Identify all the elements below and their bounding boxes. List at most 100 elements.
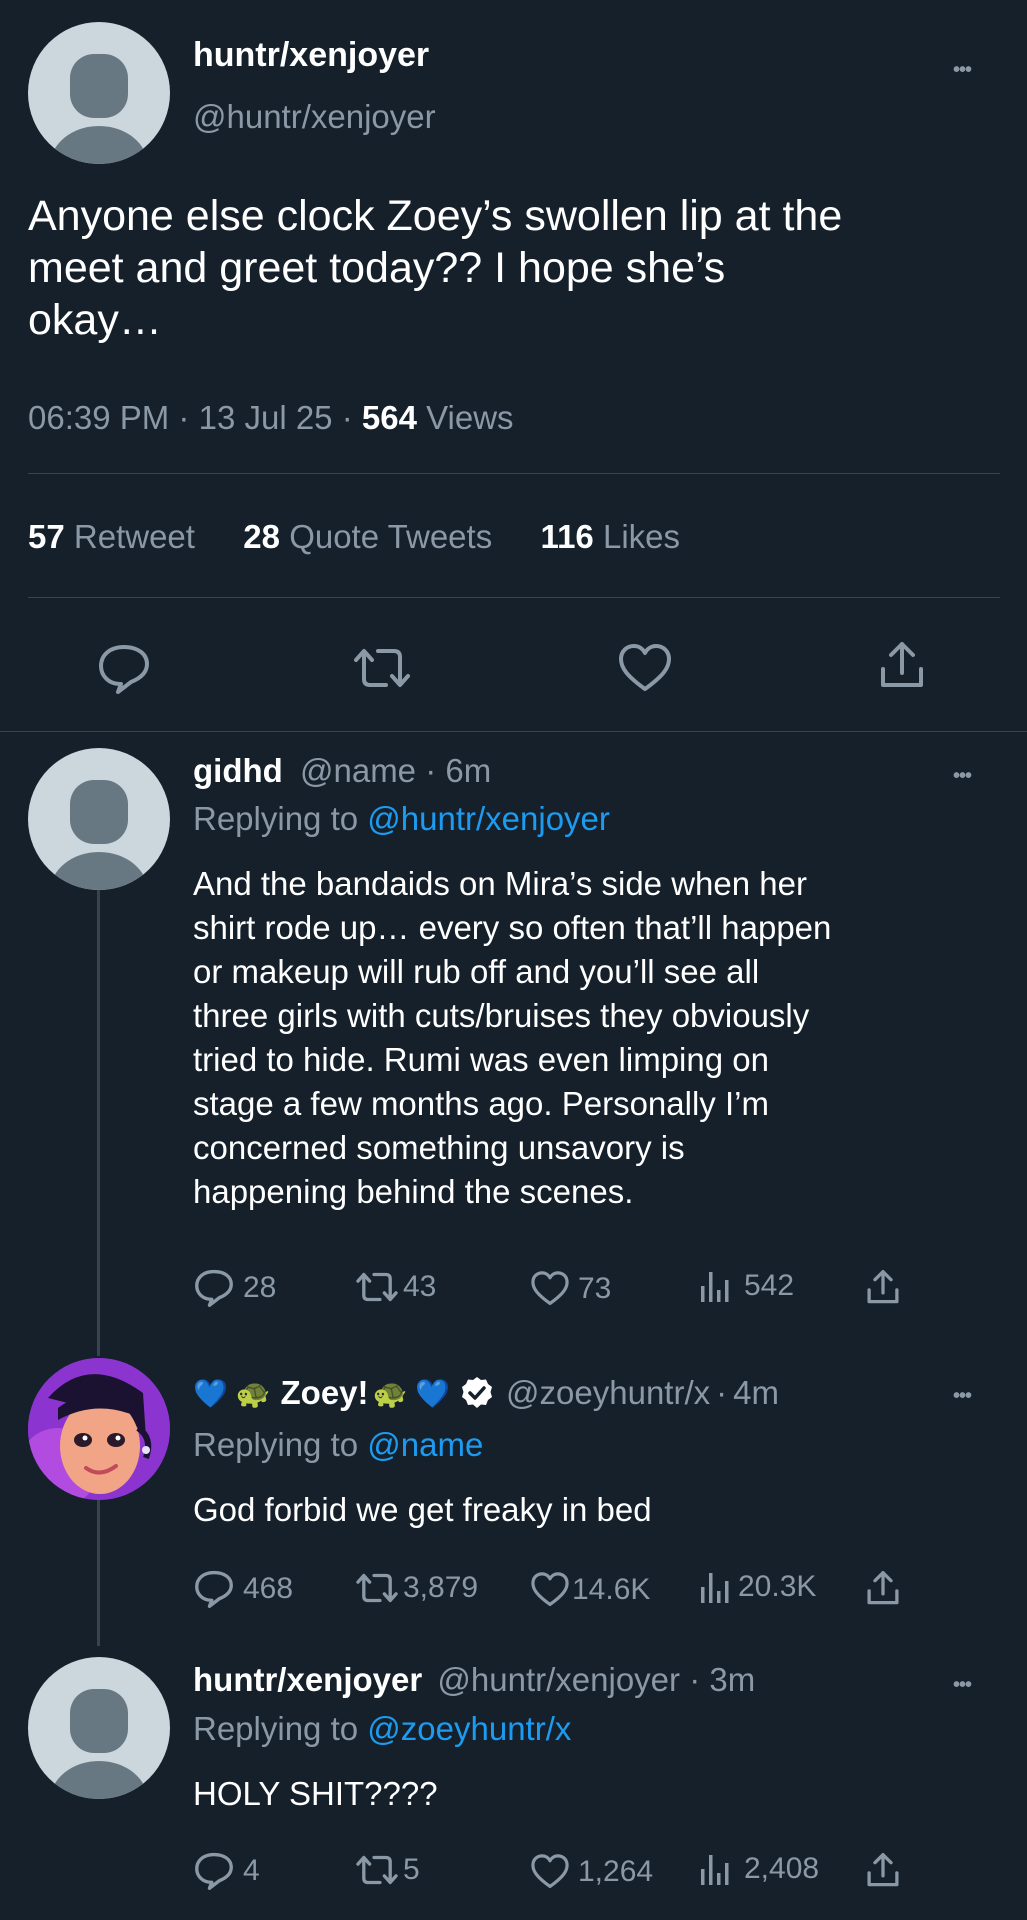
avatar[interactable] bbox=[28, 1657, 170, 1799]
retweets-stat[interactable]: 57 Retweet bbox=[28, 518, 195, 555]
separator: · bbox=[689, 1661, 701, 1698]
reply-stat-views[interactable]: 542 bbox=[698, 1268, 794, 1304]
avatar-shoulders bbox=[50, 126, 148, 164]
reply-stat-retweets[interactable]: 43 bbox=[355, 1270, 436, 1304]
replying-to: Replying to @name bbox=[193, 1426, 483, 1464]
avatar-shoulders bbox=[50, 1761, 148, 1799]
reply-text: And the bandaids on Mira’s side when her… bbox=[193, 862, 831, 1214]
replying-prefix: Replying to bbox=[193, 1426, 359, 1463]
quotes-count: 28 bbox=[243, 518, 281, 555]
views-icon bbox=[701, 1272, 729, 1302]
reply-text: HOLY SHIT???? bbox=[193, 1772, 438, 1816]
reply-text-line: stage a few months ago. Personally I’m bbox=[193, 1085, 769, 1122]
share-icon bbox=[867, 1853, 899, 1887]
more-icon[interactable]: ••• bbox=[953, 766, 972, 786]
more-icon[interactable]: ••• bbox=[953, 1675, 972, 1695]
reply-stat-comments[interactable]: 468 bbox=[193, 1569, 293, 1609]
views-label: Views bbox=[426, 399, 514, 436]
share-icon bbox=[867, 1270, 899, 1304]
name-emoji: 🐢 💙 bbox=[372, 1377, 451, 1409]
handle[interactable]: @zoeyhuntr/x bbox=[506, 1374, 710, 1412]
heart-icon[interactable] bbox=[617, 642, 673, 694]
reply-stat-comments[interactable]: 4 bbox=[193, 1851, 260, 1891]
replying-to-link[interactable]: @name bbox=[367, 1426, 483, 1463]
tweet-text-line: okay… bbox=[28, 296, 162, 344]
quotes-label: Quote Tweets bbox=[289, 518, 493, 555]
heart-icon bbox=[531, 1854, 569, 1889]
divider bbox=[28, 473, 1000, 474]
retweet-icon[interactable] bbox=[352, 645, 412, 691]
quotes-stat[interactable]: 28 Quote Tweets bbox=[243, 518, 492, 555]
reply-stat-views[interactable]: 2,408 bbox=[698, 1851, 819, 1887]
handle[interactable]: @huntr/xenjoyer bbox=[437, 1661, 680, 1698]
reply-stat-likes[interactable]: 1,264 bbox=[530, 1853, 653, 1890]
avatar[interactable] bbox=[28, 748, 170, 890]
reply-count: 468 bbox=[243, 1572, 294, 1605]
retweet-icon bbox=[356, 1573, 398, 1603]
display-name[interactable]: Zoey! bbox=[281, 1374, 369, 1412]
view-count: 20.3K bbox=[738, 1570, 817, 1603]
likes-stat[interactable]: 116 Likes bbox=[541, 518, 680, 555]
views-count: 564 bbox=[361, 399, 417, 436]
reply-text-line: tried to hide. Rumi was even limping on bbox=[193, 1041, 769, 1078]
reply-age: 4m bbox=[733, 1374, 779, 1411]
reply-stat-share[interactable] bbox=[866, 1268, 900, 1306]
replying-to-link[interactable]: @huntr/xenjoyer bbox=[367, 800, 610, 837]
display-name[interactable]: huntr/xenjoyer bbox=[193, 1661, 422, 1698]
replying-to: Replying to @huntr/xenjoyer bbox=[193, 800, 610, 838]
retweet-count: 43 bbox=[403, 1270, 437, 1303]
reply-count: 4 bbox=[243, 1854, 260, 1887]
tweet-text-line: Anyone else clock Zoey’s swollen lip at … bbox=[28, 192, 843, 240]
retweets-label: Retweet bbox=[73, 518, 195, 555]
reply-text-line: HOLY SHIT???? bbox=[193, 1775, 438, 1812]
reply-stat-comments[interactable]: 28 bbox=[193, 1268, 276, 1308]
reply-stat-retweets[interactable]: 5 bbox=[355, 1853, 420, 1887]
reply-text-line: And the bandaids on Mira’s side when her bbox=[193, 865, 807, 902]
reply-text-line: happening behind the scenes. bbox=[193, 1173, 634, 1210]
reply-stat-likes[interactable]: 73 bbox=[530, 1270, 611, 1307]
tweet-date[interactable]: 13 Jul 25 bbox=[199, 399, 333, 436]
comment-icon bbox=[195, 1570, 233, 1608]
retweet-icon bbox=[356, 1272, 398, 1302]
thread-line bbox=[97, 1500, 100, 1646]
likes-label: Likes bbox=[602, 518, 681, 555]
tweet-time[interactable]: 06:39 PM bbox=[28, 399, 169, 436]
comment-icon[interactable] bbox=[96, 643, 152, 695]
reply-stat-views[interactable]: 20.3K bbox=[698, 1569, 816, 1605]
comment-icon bbox=[195, 1852, 233, 1890]
share-icon[interactable] bbox=[879, 639, 925, 691]
reply-text-line: or makeup will rub off and you’ll see al… bbox=[193, 953, 760, 990]
handle[interactable]: @name bbox=[300, 752, 416, 789]
avatar[interactable] bbox=[28, 1358, 170, 1500]
reply-stat-share[interactable] bbox=[866, 1851, 900, 1889]
thread-line bbox=[97, 890, 100, 1356]
share-icon bbox=[867, 1571, 899, 1605]
reply-text-line: three girls with cuts/bruises they obvio… bbox=[193, 997, 810, 1034]
reply-text: God forbid we get freaky in bed bbox=[193, 1488, 652, 1532]
views-icon bbox=[701, 1573, 729, 1603]
avatar-head bbox=[70, 54, 128, 118]
reply-text-line: God forbid we get freaky in bed bbox=[193, 1491, 652, 1528]
engagement-row: 57 Retweet 28 Quote Tweets 116 Likes bbox=[28, 518, 680, 556]
separator: · bbox=[341, 399, 353, 436]
reply-stat-retweets[interactable]: 3,879 bbox=[355, 1571, 478, 1605]
display-name[interactable]: huntr/xenjoyer bbox=[193, 36, 429, 75]
tweet-text-line: meet and greet today?? I hope she’s bbox=[28, 244, 726, 292]
reply-stat-likes[interactable]: 14.6K bbox=[530, 1571, 650, 1608]
handle[interactable]: @huntr/xenjoyer bbox=[193, 98, 436, 136]
retweets-count: 57 bbox=[28, 518, 65, 555]
avatar-head bbox=[70, 1689, 128, 1753]
avatar-head bbox=[70, 780, 128, 844]
more-icon[interactable]: ••• bbox=[953, 60, 972, 80]
replying-to-link[interactable]: @zoeyhuntr/x bbox=[367, 1710, 571, 1747]
like-count: 1,264 bbox=[578, 1854, 654, 1888]
reply-age: 3m bbox=[709, 1661, 756, 1698]
avatar[interactable] bbox=[28, 22, 170, 164]
divider bbox=[28, 597, 1000, 598]
reply-stat-share[interactable] bbox=[866, 1569, 900, 1607]
display-name[interactable]: gidhd bbox=[193, 752, 283, 789]
reply-text-line: concerned something unsavory is bbox=[193, 1129, 685, 1166]
timestamp-row: 06:39 PM · 13 Jul 25 · 564 Views bbox=[28, 399, 514, 437]
replying-prefix: Replying to bbox=[193, 1710, 359, 1747]
more-icon[interactable]: ••• bbox=[953, 1386, 972, 1406]
